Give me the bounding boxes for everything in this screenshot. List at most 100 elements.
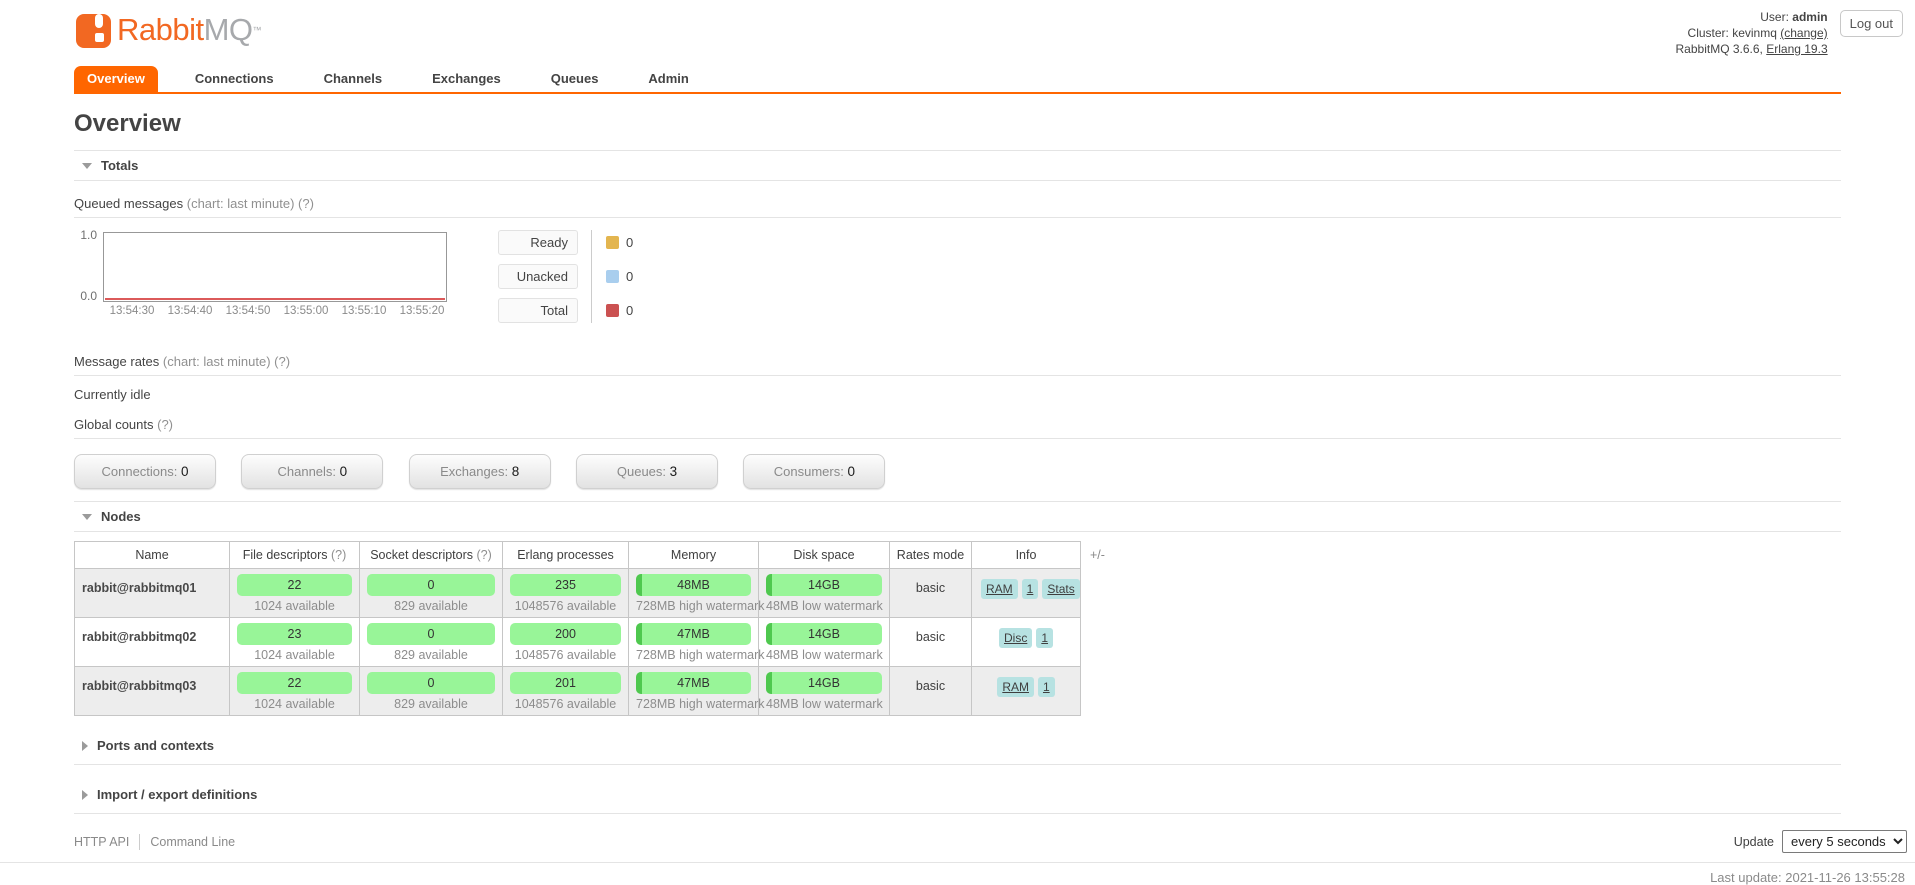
user-label: User: bbox=[1760, 10, 1789, 24]
section-nodes-header[interactable]: Nodes bbox=[74, 501, 1841, 532]
proc-available: 1048576 available bbox=[514, 599, 617, 613]
sd-cell: 0 829 available bbox=[359, 666, 503, 716]
top-bar: RabbitMQ™ User: admin Cluster: kevinmq (… bbox=[0, 0, 1915, 56]
tab-exchanges[interactable]: Exchanges bbox=[419, 66, 514, 92]
legend-unacked-value-row: 0 bbox=[606, 264, 633, 289]
table-row: rabbit@rabbitmq03 22 1024 available 0 829 … bbox=[74, 666, 1081, 716]
proc-usage-bar: 235 bbox=[510, 574, 621, 596]
disk-watermark: 48MB low watermark bbox=[766, 697, 883, 711]
chart-x-tick: 13:54:30 bbox=[109, 305, 155, 317]
node-name: rabbit@rabbitmq02 bbox=[74, 617, 230, 667]
disk-cell: 14GB 48MB low watermark bbox=[758, 568, 890, 618]
chart-legend: Ready Unacked Total 0 0 0 bbox=[498, 230, 633, 323]
chart-x-tick: 13:54:50 bbox=[225, 305, 271, 317]
column-header-memory: Memory bbox=[628, 541, 759, 569]
message-rates-title: Message rates bbox=[74, 354, 160, 369]
proc-available: 1048576 available bbox=[514, 648, 617, 662]
expand-arrow-icon bbox=[82, 740, 88, 751]
fd-usage-bar: 22 bbox=[237, 574, 352, 596]
proc-available: 1048576 available bbox=[514, 697, 617, 711]
info-badge-count[interactable]: 1 bbox=[1037, 677, 1055, 697]
collapse-arrow-icon bbox=[82, 513, 92, 520]
legend-ready-button[interactable]: Ready bbox=[498, 230, 578, 255]
tab-connections[interactable]: Connections bbox=[182, 66, 287, 92]
trademark-symbol: ™ bbox=[252, 25, 262, 35]
disk-cell: 14GB 48MB low watermark bbox=[758, 666, 890, 716]
section-totals-title: Totals bbox=[101, 158, 139, 173]
total-swatch-icon bbox=[606, 304, 619, 317]
tab-channels[interactable]: Channels bbox=[311, 66, 396, 92]
fd-available: 1024 available bbox=[254, 599, 335, 613]
change-cluster-link[interactable]: (change) bbox=[1780, 26, 1827, 40]
count-pill-channels: Channels: 0 bbox=[241, 454, 384, 489]
legend-ready-value-row: 0 bbox=[606, 230, 633, 255]
chart-period-hint: (chart: last minute) bbox=[162, 354, 271, 369]
footer-separator bbox=[139, 833, 141, 850]
info-badge-ram[interactable]: RAM bbox=[997, 677, 1034, 697]
count-pill-connections: Connections: 0 bbox=[74, 454, 216, 489]
count-value: 0 bbox=[847, 464, 855, 479]
count-label: Queues: bbox=[616, 464, 667, 479]
queued-messages-chart-row: 1.0 0.0 13:54:30 13:54:40 13:54:50 13:55… bbox=[74, 228, 1841, 323]
fd-help-link[interactable]: (?) bbox=[331, 548, 346, 562]
version-info: RabbitMQ 3.6.6, Erlang 19.3 bbox=[1676, 42, 1828, 58]
memory-watermark: 728MB high watermark bbox=[636, 697, 765, 711]
info-badge-disc[interactable]: Disc bbox=[998, 628, 1033, 648]
tab-overview[interactable]: Overview bbox=[74, 66, 158, 92]
count-value: 8 bbox=[511, 464, 520, 479]
command-line-link[interactable]: Command Line bbox=[150, 835, 235, 849]
version-text: RabbitMQ 3.6.6, bbox=[1675, 41, 1763, 56]
info-badge-ram[interactable]: RAM bbox=[981, 579, 1018, 599]
info-badge-count[interactable]: 1 bbox=[1021, 579, 1039, 599]
column-header-file-descriptors: File descriptors (?) bbox=[229, 541, 360, 569]
sd-help-link[interactable]: (?) bbox=[477, 548, 492, 562]
memory-cell: 47MB 728MB high watermark bbox=[628, 666, 765, 716]
chart-x-tick: 13:55:10 bbox=[341, 305, 387, 317]
legend-total-value-row: 0 bbox=[606, 298, 633, 323]
tab-queues[interactable]: Queues bbox=[538, 66, 612, 92]
info-badge-count[interactable]: 1 bbox=[1036, 628, 1054, 648]
user-info: User: admin bbox=[1676, 10, 1828, 26]
global-counts-help-link[interactable]: (?) bbox=[157, 417, 173, 432]
erlang-version-link[interactable]: Erlang 19.3 bbox=[1766, 42, 1827, 56]
info-cell: RAM 1 Stats bbox=[971, 568, 1081, 618]
user-value: admin bbox=[1792, 10, 1828, 24]
chart-plot-area bbox=[103, 232, 447, 302]
nodes-table-wrap: Name File descriptors (?) Socket descrip… bbox=[74, 541, 1841, 716]
http-api-link[interactable]: HTTP API bbox=[74, 835, 129, 849]
legend-total-button[interactable]: Total bbox=[498, 298, 578, 323]
rabbitmq-logo[interactable]: RabbitMQ™ bbox=[74, 10, 262, 53]
section-import-export-header[interactable]: Import / export definitions bbox=[74, 779, 1841, 814]
rates-help-link[interactable]: (?) bbox=[274, 354, 290, 369]
chart-x-tick: 13:55:20 bbox=[399, 305, 445, 317]
sd-usage-bar: 0 bbox=[367, 623, 495, 645]
last-update-strip: Last update: 2021-11-26 13:55:28 bbox=[0, 862, 1915, 885]
disk-usage-bar: 14GB bbox=[766, 672, 882, 694]
fd-cell: 23 1024 available bbox=[229, 617, 360, 667]
legend-values: 0 0 0 bbox=[591, 230, 633, 323]
proc-cell: 200 1048576 available bbox=[502, 617, 629, 667]
sd-cell: 0 829 available bbox=[359, 617, 503, 667]
info-badge-stats[interactable]: Stats bbox=[1042, 579, 1080, 599]
queued-help-link[interactable]: (?) bbox=[298, 196, 314, 211]
brand-mq: MQ bbox=[203, 12, 253, 47]
memory-usage-bar: 47MB bbox=[636, 623, 751, 645]
columns-expander[interactable]: +/- bbox=[1090, 541, 1105, 562]
count-label: Consumers: bbox=[773, 464, 844, 479]
global-counts-title: Global counts bbox=[74, 417, 154, 432]
count-label: Exchanges: bbox=[440, 464, 509, 479]
memory-usage-bar: 47MB bbox=[636, 672, 751, 694]
memory-cell: 47MB 728MB high watermark bbox=[628, 617, 765, 667]
legend-unacked-button[interactable]: Unacked bbox=[498, 264, 578, 289]
chart-period-hint: (chart: last minute) bbox=[186, 196, 295, 211]
section-ports-header[interactable]: Ports and contexts bbox=[74, 730, 1841, 765]
section-totals-header[interactable]: Totals bbox=[74, 150, 1841, 181]
logout-button[interactable]: Log out bbox=[1839, 10, 1903, 37]
cluster-value: kevinmq bbox=[1732, 25, 1777, 40]
sd-available: 829 available bbox=[394, 599, 468, 613]
memory-watermark: 728MB high watermark bbox=[636, 648, 765, 662]
sd-usage-bar: 0 bbox=[367, 672, 495, 694]
count-pill-consumers: Consumers: 0 bbox=[743, 454, 886, 489]
update-interval-select[interactable]: every 5 seconds bbox=[1782, 830, 1907, 853]
tab-admin[interactable]: Admin bbox=[635, 66, 701, 92]
